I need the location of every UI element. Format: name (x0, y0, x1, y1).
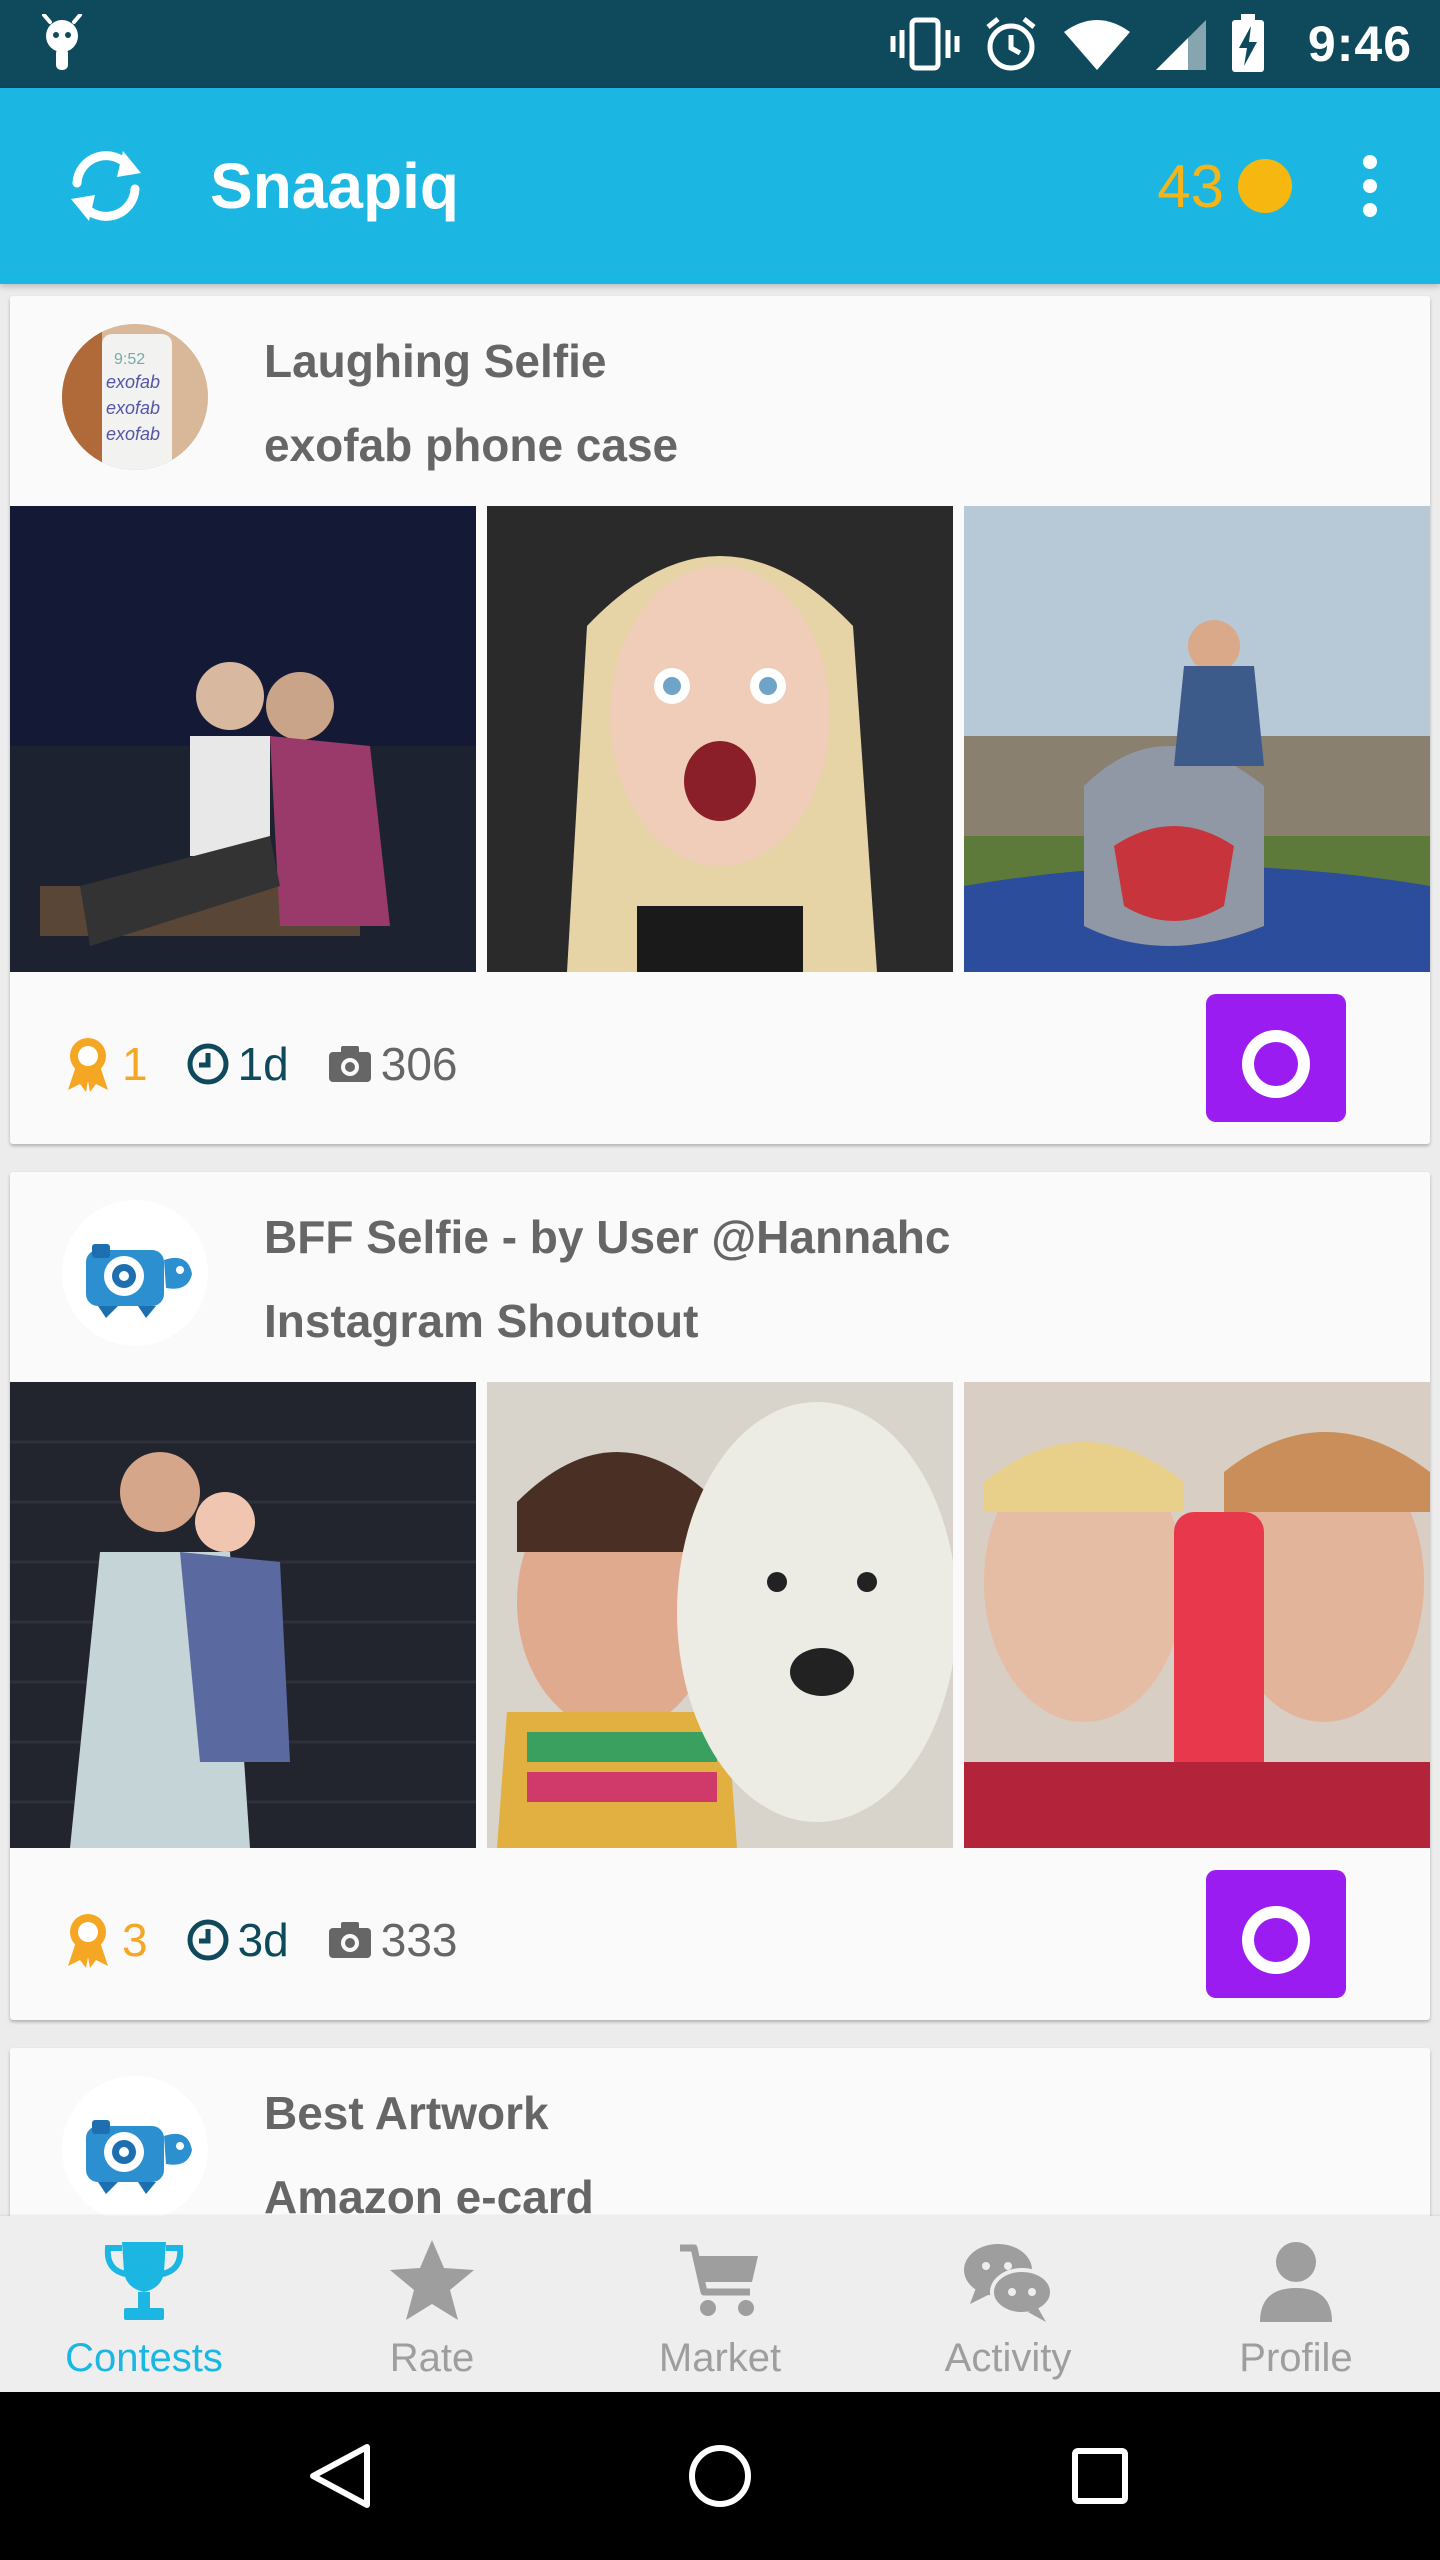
app-title: Snaapiq (210, 150, 459, 222)
nav-activity[interactable]: Activity (864, 2216, 1152, 2392)
more-vert-icon (1363, 155, 1377, 217)
clock-icon (187, 1919, 229, 1961)
svg-text:exofab: exofab (106, 424, 160, 444)
photo-row (10, 506, 1430, 972)
nav-label: Profile (1239, 2336, 1353, 2380)
nav-label: Rate (389, 2336, 475, 2380)
contest-photo[interactable] (487, 1382, 953, 1848)
contest-title: BFF Selfie - by User @Hannahc (264, 1211, 951, 1263)
mascot-avatar (62, 2076, 208, 2216)
cart-icon (680, 2244, 758, 2316)
contest-title: Laughing Selfie (264, 335, 607, 387)
wifi-icon (1063, 20, 1130, 70)
coin-count: 43 (1157, 152, 1224, 220)
nav-profile[interactable]: Profile (1152, 2216, 1440, 2392)
prize-stat: 3 (62, 1912, 148, 1968)
alarm-icon (986, 17, 1036, 71)
battery-charging-icon (1231, 14, 1264, 72)
android-notification-icon (42, 14, 82, 70)
contest-title: Best Artwork (264, 2087, 549, 2139)
home-button[interactable] (660, 2416, 780, 2536)
award-ribbon-icon (68, 1914, 108, 1968)
contest-photo[interactable] (964, 506, 1430, 972)
submit-photo-button[interactable] (1206, 1870, 1346, 1998)
nav-contests[interactable]: Contests (0, 2216, 288, 2392)
submit-photo-button[interactable] (1206, 994, 1346, 1122)
photo-count: 306 (380, 1038, 458, 1090)
prize-count: 3 (122, 1914, 148, 1966)
contest-feed[interactable]: 9:52 exofab exofab exofab Laughing Selfi… (0, 284, 1440, 2216)
home-circle-icon (689, 2445, 751, 2507)
nav-rate[interactable]: Rate (288, 2216, 576, 2392)
camera-icon (1242, 994, 1310, 1098)
svg-text:9:52: 9:52 (114, 351, 145, 368)
nav-label: Market (658, 2336, 782, 2380)
bottom-navigation: Contests Rate Market Activity Profile (0, 2216, 1440, 2392)
award-ribbon-icon (68, 1038, 108, 1092)
trophy-icon (104, 2242, 184, 2320)
refresh-button[interactable] (56, 136, 156, 236)
person-icon (1260, 2242, 1332, 2322)
status-bar: 9:46 (0, 0, 1440, 88)
time-left-stat: 1d (186, 1037, 289, 1091)
system-navigation-bar (0, 2392, 1440, 2560)
contest-card[interactable]: 9:52 exofab exofab exofab Laughing Selfi… (10, 296, 1430, 1144)
time-left: 1d (237, 1038, 289, 1090)
back-triangle-icon (310, 2444, 370, 2508)
coin-icon (1238, 159, 1292, 213)
contest-stats: 1 1d 306 (62, 1036, 496, 1092)
status-time: 9:46 (1307, 16, 1412, 72)
contest-photo[interactable] (964, 1382, 1430, 1848)
app-screen: 9:46 Snaapiq 43 9:52 exofab exofab exofa… (0, 0, 1440, 2560)
time-left: 3d (237, 1914, 289, 1966)
svg-text:exofab: exofab (106, 372, 160, 392)
app-bar: Snaapiq 43 (0, 88, 1440, 284)
photo-count: 333 (380, 1914, 458, 1966)
contest-card[interactable]: Best Artwork Amazon e-card (10, 2048, 1430, 2216)
contest-prize: Amazon e-card (264, 2171, 594, 2216)
contest-photo[interactable] (10, 506, 476, 972)
camera-small-icon (328, 1922, 371, 1958)
signal-icon (1155, 20, 1206, 70)
photo-row (10, 1382, 1430, 1848)
camera-icon (1242, 1870, 1310, 1974)
refresh-icon (71, 151, 141, 221)
card-header: Best Artwork Amazon e-card (10, 2048, 1430, 2216)
contest-stats: 3 3d 333 (62, 1912, 496, 1968)
overflow-menu-button[interactable] (1340, 136, 1400, 236)
time-left-stat: 3d (186, 1913, 289, 1967)
nav-label: Contests (65, 2336, 223, 2380)
star-icon (390, 2240, 474, 2320)
contest-photo[interactable] (487, 506, 953, 972)
vibrate-icon (890, 17, 960, 71)
back-button[interactable] (280, 2416, 400, 2536)
svg-text:exofab: exofab (106, 398, 160, 418)
card-header: 9:52 exofab exofab exofab Laughing Selfi… (10, 296, 1430, 506)
card-footer: 1 1d 306 (10, 972, 1430, 1144)
contest-card[interactable]: BFF Selfie - by User @Hannahc Instagram … (10, 1172, 1430, 2020)
photo-count-stat: 306 (327, 1037, 458, 1091)
card-header: BFF Selfie - by User @Hannahc Instagram … (10, 1172, 1430, 1382)
phone-case-avatar: 9:52 exofab exofab exofab (62, 324, 208, 470)
clock-icon (187, 1043, 229, 1085)
prize-count: 1 (122, 1038, 148, 1090)
photo-count-stat: 333 (327, 1913, 458, 1967)
recents-button[interactable] (1040, 2416, 1160, 2536)
coin-balance[interactable]: 43 (1157, 152, 1292, 221)
mascot-avatar (62, 1200, 208, 1346)
recents-square-icon (1072, 2448, 1128, 2504)
contest-prize: exofab phone case (264, 419, 679, 471)
contest-photo[interactable] (10, 1382, 476, 1848)
chat-icon (964, 2244, 1054, 2322)
card-footer: 3 3d 333 (10, 1848, 1430, 2020)
contest-prize: Instagram Shoutout (264, 1295, 699, 1347)
nav-label: Activity (944, 2336, 1072, 2380)
camera-small-icon (328, 1046, 371, 1082)
prize-stat: 1 (62, 1036, 148, 1092)
nav-market[interactable]: Market (576, 2216, 864, 2392)
